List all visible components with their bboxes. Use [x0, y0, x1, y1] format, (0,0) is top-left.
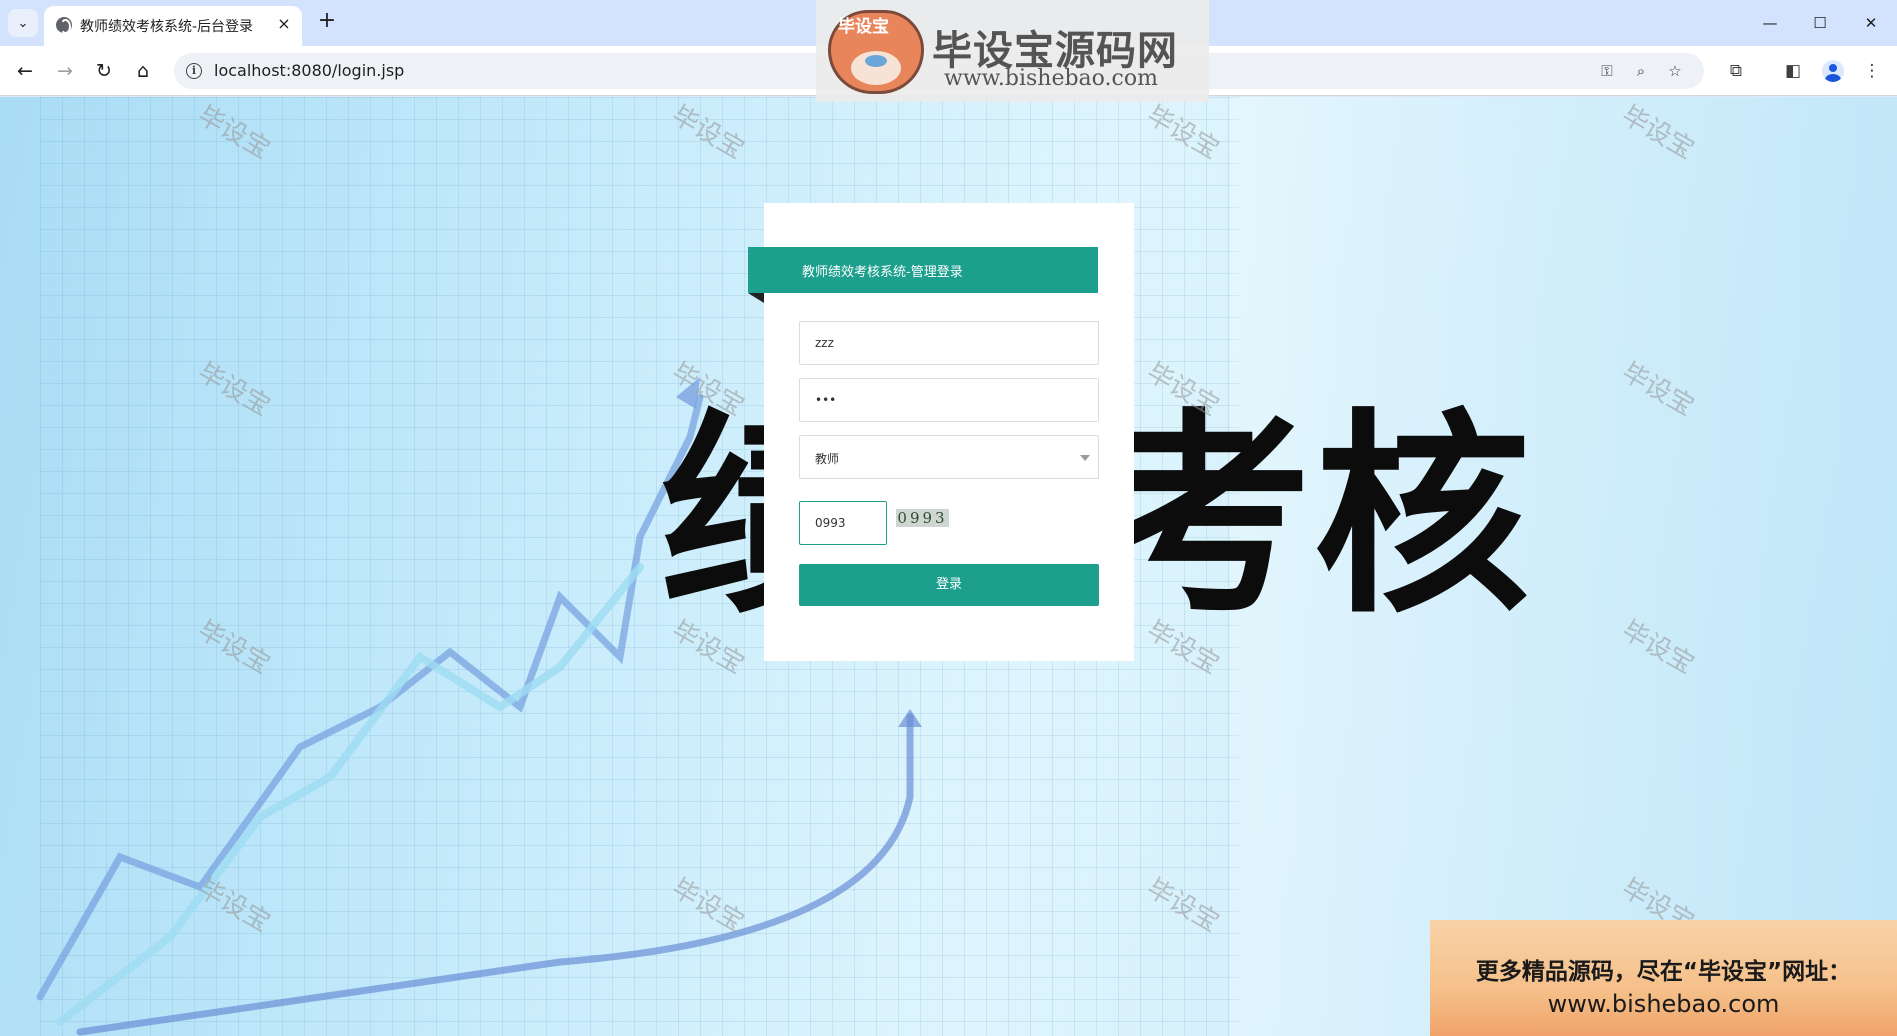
minimize-button[interactable]: —	[1752, 10, 1788, 36]
tab-title: 教师绩效考核系统-后台登录	[80, 19, 254, 35]
active-tab[interactable]: 教师绩效考核系统-后台登录 ×	[44, 6, 302, 46]
logo-site-url: www.bishebao.com	[944, 66, 1158, 91]
password-value: •••	[815, 393, 837, 407]
profile-avatar[interactable]	[1822, 60, 1844, 82]
login-header-ribbon: 教师绩效考核系统-管理登录	[748, 247, 1098, 303]
zoom-icon[interactable]: ⌕	[1630, 60, 1652, 82]
username-value: zzz	[815, 336, 834, 350]
close-window-button[interactable]: ✕	[1853, 10, 1889, 36]
role-select[interactable]: 教师	[799, 435, 1099, 479]
username-input[interactable]: zzz	[799, 321, 1099, 365]
chevron-down-icon: ⌄	[17, 15, 29, 31]
captcha-input-value: 0993	[815, 516, 846, 530]
page-viewport: 绩效考核 毕设宝 毕设宝 毕设宝 毕设宝 毕设宝 毕设宝 毕设宝 毕设宝 毕设宝…	[0, 97, 1897, 1036]
promo-url: www.bishebao.com	[1547, 990, 1780, 1018]
arrow-left-icon: ←	[17, 60, 33, 82]
extensions-icon[interactable]: ⧉	[1722, 57, 1750, 85]
captcha-image[interactable]: 0993	[896, 509, 949, 527]
side-panel-icon[interactable]: ◧	[1779, 57, 1807, 85]
bookmark-star-icon[interactable]: ☆	[1664, 60, 1686, 82]
promo-text: 更多精品源码，尽在“毕设宝”网址：	[1475, 959, 1852, 985]
url-text[interactable]: localhost:8080/login.jsp	[214, 61, 404, 80]
arrow-right-icon: →	[57, 60, 73, 82]
home-icon: ⌂	[136, 60, 150, 82]
more-menu-icon[interactable]: ⋮	[1858, 57, 1886, 85]
promo-banner: 更多精品源码，尽在“毕设宝”网址： www.bishebao.com	[1430, 920, 1897, 1036]
reload-icon: ↻	[96, 60, 112, 82]
forward-button[interactable]: →	[50, 56, 80, 86]
tab-search-button[interactable]: ⌄	[8, 9, 38, 37]
login-title: 教师绩效考核系统-管理登录	[802, 265, 963, 280]
new-tab-button[interactable]: +	[312, 8, 342, 36]
reload-button[interactable]: ↻	[89, 56, 119, 86]
password-input[interactable]: •••	[799, 378, 1099, 422]
maximize-button[interactable]: ☐	[1802, 10, 1838, 36]
key-icon[interactable]: ⚿	[1596, 60, 1618, 82]
captcha-input[interactable]: 0993	[799, 501, 887, 545]
close-tab-button[interactable]: ×	[274, 14, 294, 33]
back-button[interactable]: ←	[10, 56, 40, 86]
caret-down-icon	[1080, 455, 1090, 461]
site-logo-overlay: 毕设宝 毕设宝源码网 www.bishebao.com	[816, 0, 1209, 102]
login-card: 教师绩效考核系统-管理登录 zzz ••• 教师 0993 0993 登录	[748, 203, 1134, 661]
logo-badge-text: 毕设宝	[838, 17, 889, 37]
globe-icon	[56, 17, 72, 34]
role-selected-value: 教师	[815, 452, 840, 466]
login-button[interactable]: 登录	[799, 564, 1099, 606]
site-info-icon[interactable]: i	[186, 63, 202, 79]
home-button[interactable]: ⌂	[128, 56, 158, 86]
